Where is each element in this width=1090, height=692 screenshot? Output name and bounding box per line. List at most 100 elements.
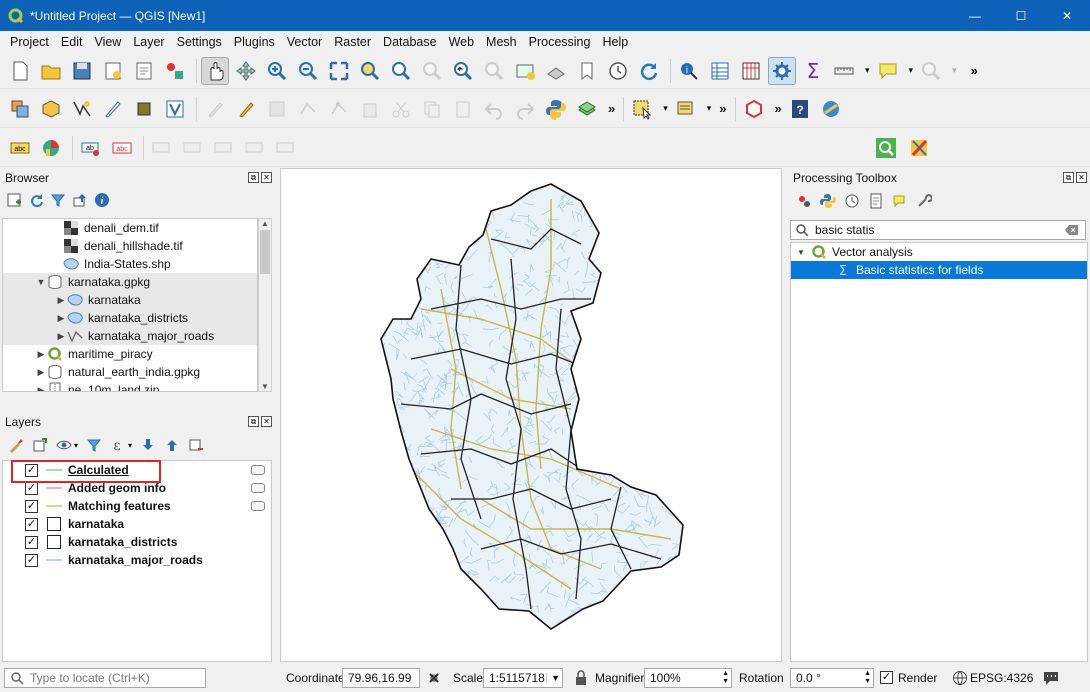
locate-search-icon[interactable] <box>872 134 900 162</box>
toggle-editing-icon[interactable] <box>232 95 260 123</box>
close-button[interactable]: ✕ <box>1044 0 1090 31</box>
delete-selected-icon[interactable] <box>356 95 384 123</box>
processing-toolbox-icon[interactable] <box>768 56 796 85</box>
locator-bar[interactable]: Type to locate (Ctrl+K) <box>4 668 206 688</box>
refresh-browser-icon[interactable] <box>28 192 44 208</box>
layer-row[interactable]: ✓ karnataka_major_roads <box>3 551 271 569</box>
temporary-layer-icon[interactable] <box>251 465 265 475</box>
expand-arrow-icon[interactable]: ▶ <box>55 331 67 342</box>
measure-line-icon[interactable] <box>830 57 858 85</box>
filter-by-expression-icon[interactable]: ε <box>110 437 126 453</box>
temporal-controller-icon[interactable] <box>604 57 632 85</box>
menu-view[interactable]: View <box>88 35 127 49</box>
new-map-view-icon[interactable] <box>511 57 539 85</box>
browser-item[interactable]: ▶ maritime_piracy <box>3 345 257 363</box>
models-icon[interactable] <box>796 193 812 209</box>
open-project-icon[interactable] <box>37 57 65 85</box>
float-panel-button[interactable]: ⧉ <box>248 416 259 427</box>
menu-help[interactable]: Help <box>596 35 634 49</box>
manage-visibility-icon[interactable] <box>56 437 72 453</box>
expand-arrow-icon[interactable]: ▶ <box>35 349 47 360</box>
pan-map-icon[interactable] <box>201 56 229 85</box>
current-edits-icon[interactable] <box>201 95 229 123</box>
close-panel-button[interactable]: ✕ <box>1076 172 1087 183</box>
menu-layer[interactable]: Layer <box>127 35 170 49</box>
layer-visibility-checkbox[interactable]: ✓ <box>25 517 38 531</box>
temporary-layer-icon[interactable] <box>251 501 265 511</box>
browser-scrollbar[interactable]: ▲ ▼ <box>258 218 272 392</box>
open-attribute-table-icon[interactable] <box>706 57 734 85</box>
refresh-icon[interactable] <box>635 57 663 85</box>
help-icon[interactable]: ? <box>786 95 814 123</box>
save-edits-icon[interactable] <box>263 95 291 123</box>
menu-plugins[interactable]: Plugins <box>228 35 281 49</box>
new-geopackage-layer-icon[interactable] <box>37 95 65 123</box>
results-viewer-icon[interactable] <box>868 193 884 209</box>
field-calculator-icon[interactable] <box>737 57 765 85</box>
map-tips-icon[interactable] <box>874 57 902 85</box>
gps-icon[interactable] <box>130 95 158 123</box>
identify-features-icon[interactable]: i <box>675 57 703 85</box>
menu-web[interactable]: Web <box>443 35 480 49</box>
scripts-icon[interactable] <box>820 193 836 209</box>
layer-row[interactable]: ✓ karnataka <box>3 515 271 533</box>
lock-scale-icon[interactable] <box>574 670 588 686</box>
rotation-spinbox[interactable]: 0.0 ° ▲ ▼ <box>790 668 874 688</box>
filter-browser-icon[interactable] <box>50 192 66 208</box>
pin-labels-icon[interactable]: ab <box>77 134 105 162</box>
menu-vector[interactable]: Vector <box>281 35 328 49</box>
layout-manager-icon[interactable] <box>130 57 158 85</box>
layer-visibility-checkbox[interactable]: ✓ <box>25 553 38 567</box>
expand-all-icon[interactable] <box>140 437 156 453</box>
menu-database[interactable]: Database <box>377 35 443 49</box>
toolbox-search[interactable]: basic statis <box>790 220 1086 240</box>
new-print-layout-icon[interactable] <box>99 57 127 85</box>
show-hide-label-icon[interactable] <box>241 134 269 162</box>
edit-features-in-place-icon[interactable] <box>892 193 908 209</box>
browser-item[interactable]: denali_hillshade.tif <box>3 237 257 255</box>
vertex-tool-icon[interactable] <box>325 95 353 123</box>
add-feature-icon[interactable] <box>294 95 322 123</box>
zoom-in-icon[interactable] <box>263 57 291 85</box>
browser-item[interactable]: ▶ ne_10m_land.zip <box>3 381 257 391</box>
statistical-summary-icon[interactable]: Σ <box>799 57 827 85</box>
coordinate-field[interactable]: 79.96,16.99 <box>342 668 420 688</box>
rotate-label-icon[interactable] <box>179 134 207 162</box>
paste-features-icon[interactable] <box>449 95 477 123</box>
cut-features-icon[interactable] <box>387 95 415 123</box>
browser-item[interactable]: denali_dem.tif <box>3 219 257 237</box>
style-manager-icon[interactable] <box>161 57 189 85</box>
copy-features-icon[interactable] <box>418 95 446 123</box>
layer-diagram-icon[interactable] <box>37 134 65 162</box>
map-swipe-icon[interactable] <box>817 95 845 123</box>
digitize-icon[interactable] <box>99 95 127 123</box>
maximize-button[interactable]: ☐ <box>998 0 1044 31</box>
digitize-shape-icon[interactable] <box>740 95 768 123</box>
plugin-tool-icon[interactable] <box>905 134 933 162</box>
new-shapefile-layer-icon[interactable] <box>68 95 96 123</box>
redo-icon[interactable] <box>511 95 539 123</box>
toolbox-algorithm-row[interactable]: Σ Basic statistics for fields <box>791 261 1087 279</box>
layer-visibility-checkbox[interactable]: ✓ <box>25 499 38 513</box>
menu-settings[interactable]: Settings <box>171 35 228 49</box>
zoom-to-layer-icon[interactable] <box>387 57 415 85</box>
magnifier-spinbox[interactable]: 100% ▲ ▼ <box>644 668 732 688</box>
browser-item[interactable]: ▶ karnataka <box>3 291 257 309</box>
save-project-icon[interactable] <box>68 57 96 85</box>
zoom-to-selection-icon[interactable] <box>356 57 384 85</box>
scale-combobox[interactable]: 1:5115718 ▼ <box>483 668 563 688</box>
layer-visibility-checkbox[interactable]: ✓ <box>25 535 38 549</box>
spatial-bookmarks-icon[interactable] <box>573 57 601 85</box>
search-input[interactable]: basic statis <box>815 223 874 237</box>
layer-row[interactable]: ✓ karnataka_districts <box>3 533 271 551</box>
select-features-icon[interactable] <box>628 95 656 123</box>
browser-item[interactable]: India-States.shp <box>3 255 257 273</box>
properties-info-icon[interactable]: i <box>94 192 110 208</box>
zoom-last-icon[interactable] <box>449 57 477 85</box>
clear-search-icon[interactable] <box>1065 224 1079 236</box>
collapse-all-layers-icon[interactable] <box>164 437 180 453</box>
zoom-native-icon[interactable] <box>418 57 446 85</box>
expand-arrow-icon[interactable]: ▶ <box>55 313 67 324</box>
qgis-plugins-icon[interactable] <box>573 95 601 123</box>
expand-arrow-icon[interactable]: ▶ <box>35 367 47 378</box>
